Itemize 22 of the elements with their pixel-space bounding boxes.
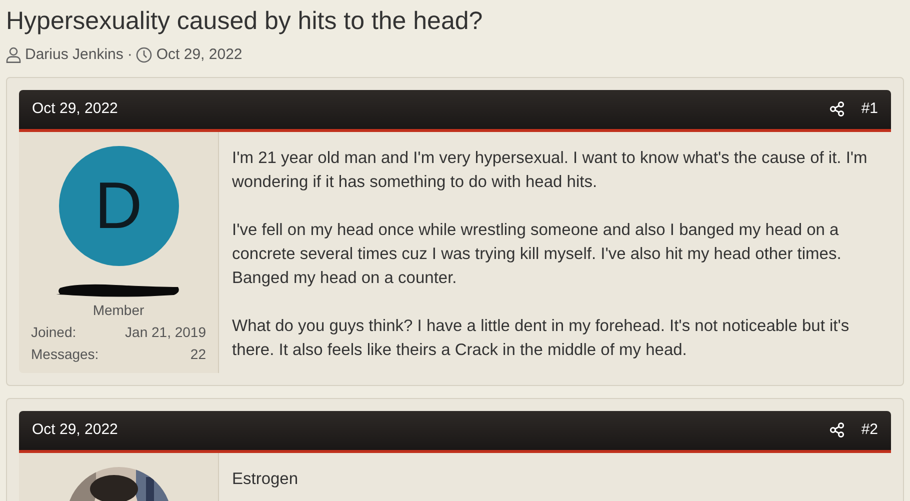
post-date-link[interactable]: Oct 29, 2022 xyxy=(32,98,118,120)
post-text: I'm 21 year old man and I'm very hypersexual. I want to know what's the cause of it. I'm wondering if it has something to do with head hits. xyxy=(232,148,868,192)
user-role: Member xyxy=(92,300,144,320)
post-date-link[interactable]: Oct 29, 2022 xyxy=(32,418,118,442)
separator: · xyxy=(127,45,132,65)
user-avatar[interactable]: D xyxy=(58,146,178,266)
stat-value: Jan 21, 2019 xyxy=(125,322,206,342)
author-link[interactable]: Darius Jenkins xyxy=(25,44,124,66)
stat-label: Messages: xyxy=(31,344,99,364)
stat-value: 22 xyxy=(190,344,206,364)
post-text: What do you guys think? I have a little dent in my forehead. It's not noticeable but it's there. It also feels like theirs a Crack in the middle of my head. xyxy=(232,316,850,360)
post-number-link[interactable]: #2 xyxy=(861,418,878,442)
post-text: I've fell on my head once while wrestling someone and also I banged my head on a concrete several times cuz I was trying kill myself. I've also hit my head other times. Banged my head on a counter. xyxy=(232,220,842,288)
share-icon[interactable] xyxy=(829,101,846,117)
stat-label: Joined: xyxy=(31,322,76,342)
clock-icon xyxy=(136,47,152,64)
share-icon[interactable] xyxy=(829,422,846,438)
thread-title: Hypersexuality caused by hits to the head? xyxy=(6,6,484,37)
user-icon xyxy=(6,47,21,64)
post-text: Estrogen xyxy=(232,468,300,490)
post-number-link[interactable]: #1 xyxy=(861,98,878,120)
date-link[interactable]: Oct 29, 2022 xyxy=(156,44,242,66)
